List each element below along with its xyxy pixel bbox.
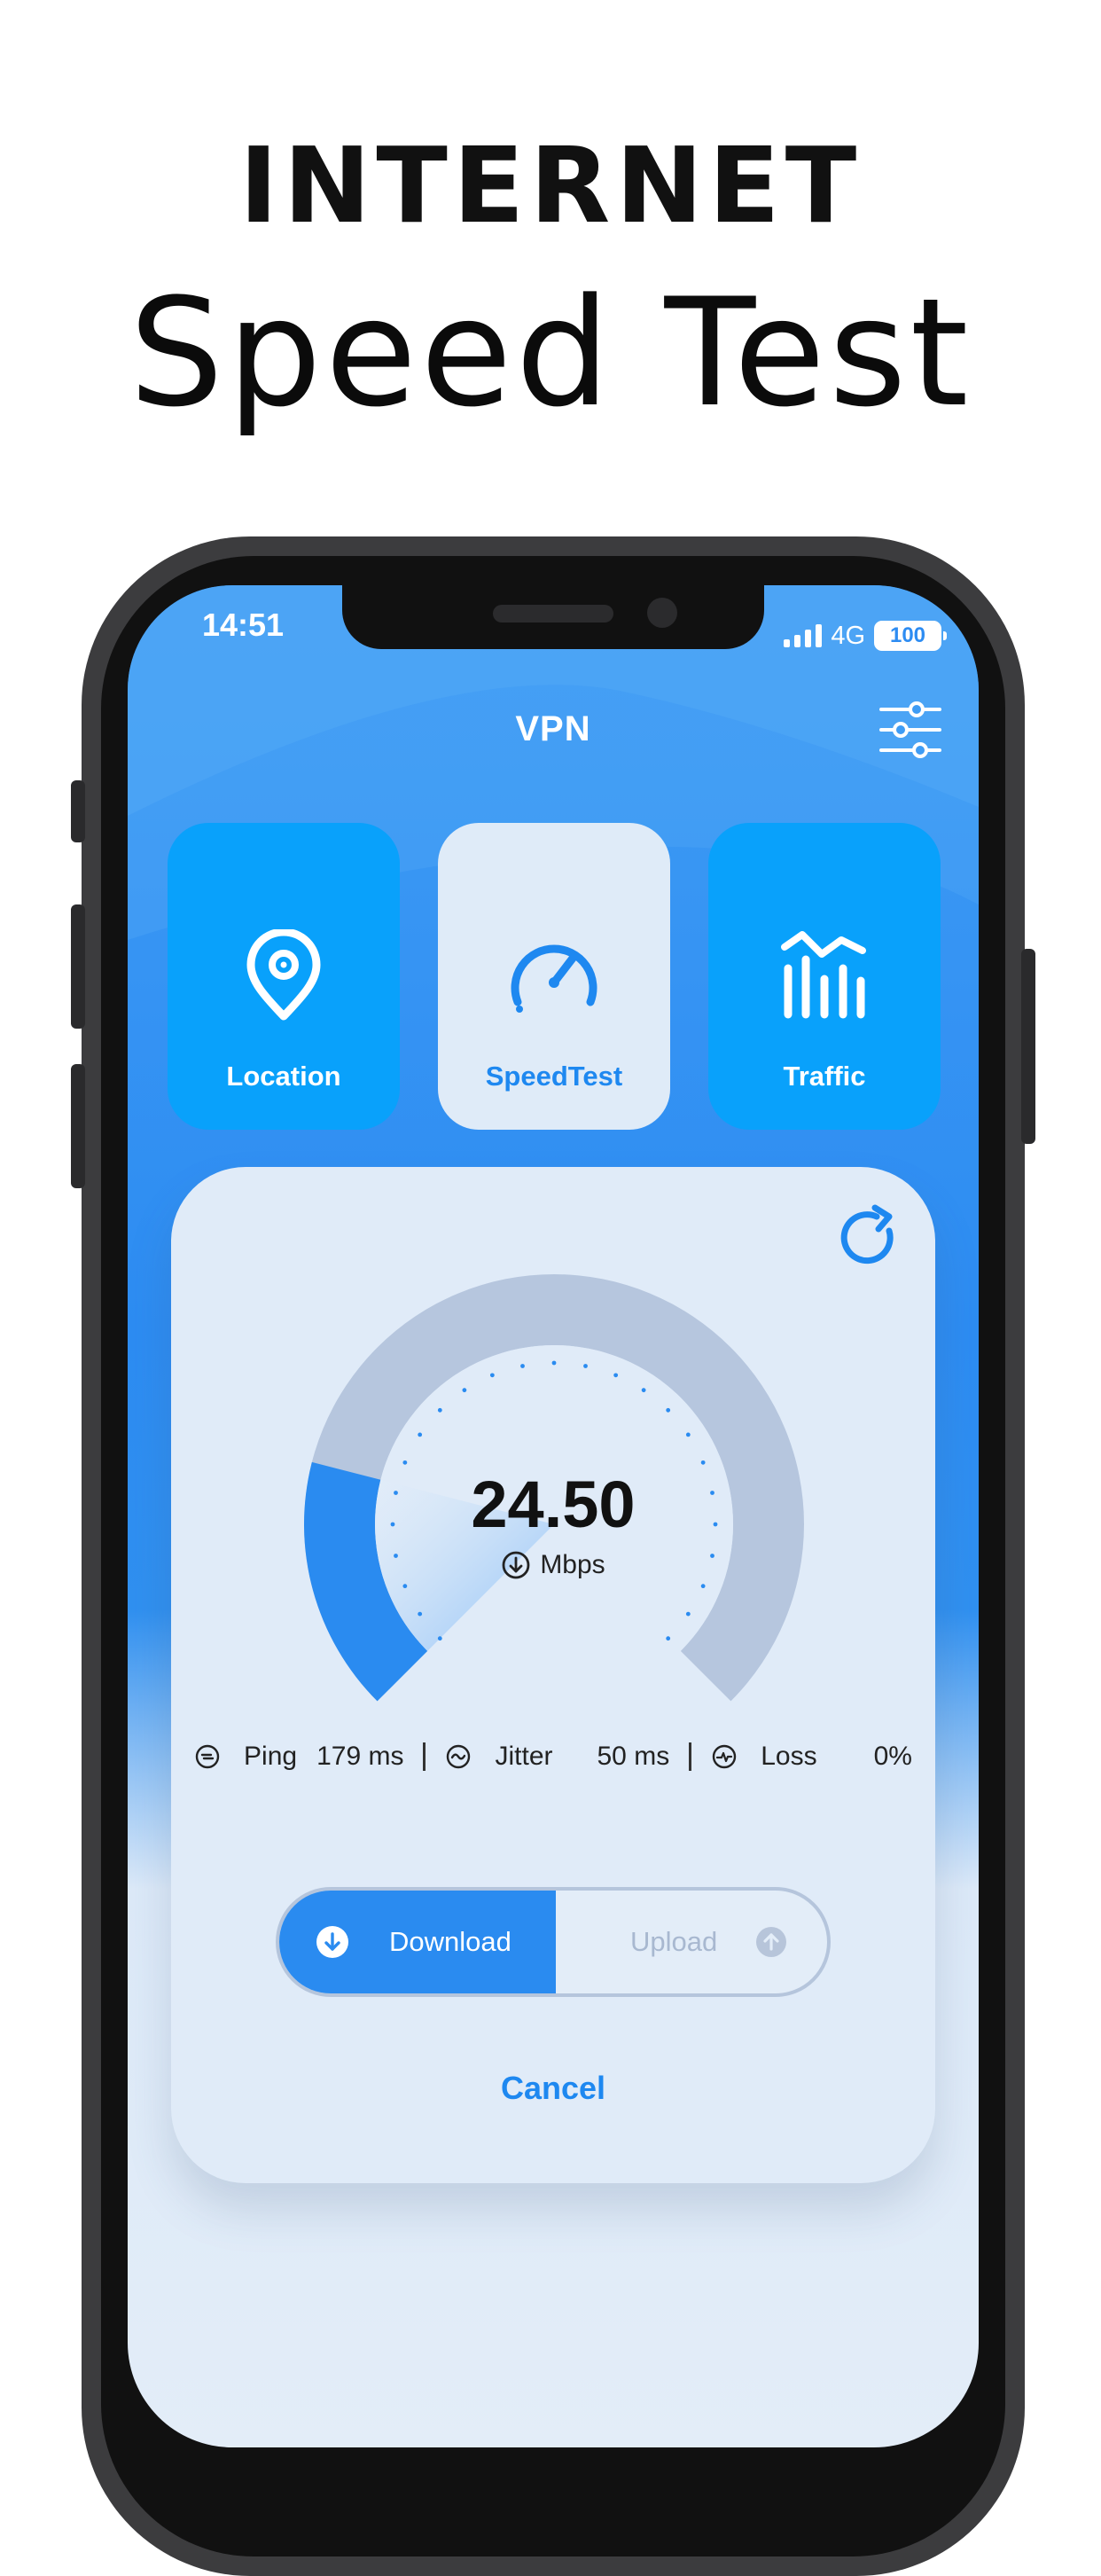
stats-row: Ping 179 ms Jitter 50 ms Loss 0% xyxy=(171,1734,935,1779)
tile-speedtest-label: SpeedTest xyxy=(485,1061,623,1092)
settings-sliders-icon[interactable] xyxy=(878,699,943,761)
stat-divider xyxy=(689,1742,692,1771)
gauge-tick-dot xyxy=(418,1432,423,1437)
location-pin-icon xyxy=(246,929,321,1021)
stat-loss: Loss 0% xyxy=(711,1742,912,1772)
upload-label: Upload xyxy=(630,1926,718,1957)
stat-jitter: Jitter 50 ms xyxy=(445,1742,669,1772)
tile-location-label: Location xyxy=(226,1061,341,1092)
loss-icon xyxy=(713,1744,737,1769)
status-indicators: 4G 100 xyxy=(784,621,947,651)
power-button xyxy=(1021,949,1035,1144)
tile-speedtest[interactable]: SpeedTest xyxy=(438,823,670,1130)
gauge-tick-dot xyxy=(613,1373,619,1378)
download-button[interactable]: Download xyxy=(279,1891,556,1993)
gauge-tick-dot xyxy=(685,1611,691,1617)
notch xyxy=(342,585,764,649)
stat-divider xyxy=(423,1742,426,1771)
gauge-tick-dot xyxy=(462,1388,467,1393)
gauge-tick-dot xyxy=(402,1460,408,1465)
speed-unit-row: Mbps xyxy=(171,1550,935,1580)
ping-value: 179 ms xyxy=(316,1742,404,1771)
download-circle-icon xyxy=(316,1926,348,1958)
front-camera xyxy=(647,598,677,628)
battery-icon: 100 xyxy=(874,621,947,651)
ping-label: Ping xyxy=(244,1742,298,1771)
gauge-tick-dot xyxy=(418,1611,423,1617)
gauge-tick-dot xyxy=(641,1388,646,1393)
speaker-grille xyxy=(493,605,613,622)
upload-circle-icon xyxy=(756,1927,787,1957)
speedometer-icon xyxy=(511,944,597,1013)
mute-switch xyxy=(71,780,85,842)
hero-title-line2: Speed Test xyxy=(129,266,972,440)
gauge-tick-dot xyxy=(437,1636,442,1641)
jitter-label: Jitter xyxy=(495,1742,553,1771)
phone-screen: 14:51 4G 100 VPN Location SpeedTest Traf… xyxy=(128,585,979,2447)
loss-label: Loss xyxy=(761,1742,817,1771)
gauge-tick-dot xyxy=(551,1360,557,1366)
gauge-tick-dot xyxy=(520,1364,525,1368)
gauge-tick-dot xyxy=(583,1364,588,1368)
gauge-tick-dot xyxy=(402,1584,408,1589)
gauge-tick-dot xyxy=(489,1373,495,1378)
volume-down-button xyxy=(71,1064,85,1188)
upload-button[interactable]: Upload xyxy=(556,1891,827,1993)
speedtest-card: 24.50 Mbps Ping 179 ms Jitter 50 ms Loss… xyxy=(171,1167,935,2183)
hero-title-line1: INTERNET xyxy=(238,124,863,247)
tile-location[interactable]: Location xyxy=(168,823,400,1130)
loss-value: 0% xyxy=(873,1742,912,1771)
speed-unit: Mbps xyxy=(540,1550,605,1579)
jitter-icon xyxy=(447,1744,471,1769)
speed-value: 24.50 xyxy=(471,1468,636,1541)
network-type: 4G xyxy=(831,621,865,650)
status-time: 14:51 xyxy=(202,607,285,643)
gauge-tick-dot xyxy=(666,1636,671,1641)
gauge-tick-dot xyxy=(666,1407,671,1413)
download-label: Download xyxy=(389,1926,511,1957)
traffic-chart-icon xyxy=(781,931,866,1019)
app-title: VPN xyxy=(515,709,591,748)
refresh-icon[interactable] xyxy=(834,1204,903,1273)
download-upload-toggle: Download Upload xyxy=(276,1887,831,1997)
volume-up-button xyxy=(71,904,85,1029)
battery-level: 100 xyxy=(889,623,926,647)
stat-ping: Ping 179 ms xyxy=(194,1742,403,1772)
tile-traffic[interactable]: Traffic xyxy=(708,823,941,1130)
tile-traffic-label: Traffic xyxy=(783,1061,866,1092)
jitter-value: 50 ms xyxy=(597,1742,670,1771)
gauge-tick-dot xyxy=(700,1460,706,1465)
download-arrow-icon xyxy=(502,1551,530,1579)
gauge-tick-dot xyxy=(700,1584,706,1589)
signal-strength-icon xyxy=(784,624,823,647)
gauge-tick-dot xyxy=(437,1407,442,1413)
cancel-button[interactable]: Cancel xyxy=(171,2070,935,2107)
gauge-tick-dot xyxy=(685,1432,691,1437)
ping-icon xyxy=(195,1744,220,1769)
